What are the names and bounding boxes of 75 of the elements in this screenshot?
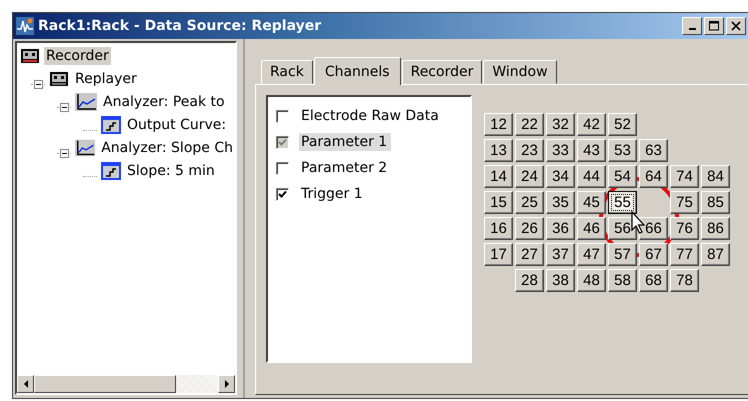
electrode-button[interactable]: 35 [546, 191, 575, 214]
electrode-button[interactable]: 63 [639, 139, 668, 162]
electrode-button[interactable]: 14 [484, 165, 513, 188]
electrode-button[interactable]: 13 [484, 139, 513, 162]
maximize-icon [709, 21, 719, 31]
maximize-button[interactable] [704, 17, 724, 35]
electrode-button[interactable]: 12 [484, 113, 513, 136]
electrode-button[interactable]: 26 [515, 217, 544, 240]
electrode-button[interactable]: 87 [701, 243, 730, 266]
tab[interactable]: Window [483, 60, 557, 84]
electrode-button[interactable]: 32 [546, 113, 575, 136]
tab[interactable]: Recorder [402, 60, 482, 84]
collapse-icon[interactable] [60, 102, 68, 112]
tree-item[interactable]: Output Curve: [125, 116, 228, 134]
tree-item[interactable]: Replayer [73, 70, 139, 88]
electrode-button[interactable]: 48 [577, 269, 606, 292]
electrode-button[interactable]: 16 [484, 217, 513, 240]
electrode-button[interactable]: 77 [670, 243, 699, 266]
tab[interactable]: Channels [314, 57, 401, 85]
left-arrow-icon [22, 380, 28, 388]
electrode-button[interactable]: 47 [577, 243, 606, 266]
electrode-button[interactable]: 27 [515, 243, 544, 266]
tab[interactable]: Rack [261, 60, 313, 84]
collapse-icon[interactable] [60, 148, 68, 158]
electrode-button[interactable]: 58 [608, 269, 637, 292]
electrode-button[interactable]: 28 [515, 269, 544, 292]
electrode-button[interactable]: 46 [577, 217, 606, 240]
collapse-icon[interactable] [34, 80, 42, 88]
tree-item[interactable]: Slope: 5 min [125, 162, 217, 180]
electrode-button[interactable]: 37 [546, 243, 575, 266]
close-icon [731, 21, 741, 31]
electrode-button[interactable]: 17 [484, 243, 513, 266]
tree-item[interactable]: Recorder [44, 46, 111, 64]
electrode-button[interactable]: 78 [670, 269, 699, 292]
line-chart-icon [75, 138, 96, 156]
electrode-button[interactable]: 42 [577, 113, 606, 136]
electrode-button[interactable]: 44 [577, 165, 606, 188]
electrode-button[interactable]: 68 [639, 269, 668, 292]
electrode-button[interactable]: 85 [701, 191, 730, 214]
horizontal-scrollbar[interactable] [17, 375, 235, 393]
electrode-button[interactable]: 74 [670, 165, 699, 188]
minimize-button[interactable] [682, 17, 702, 35]
electrode-button[interactable]: 36 [546, 217, 575, 240]
electrode-button[interactable]: 33 [546, 139, 575, 162]
electrode-button[interactable]: 23 [515, 139, 544, 162]
tree-item[interactable]: Analyzer: Peak to [101, 92, 227, 110]
scroll-thumb[interactable] [34, 375, 176, 393]
electrode-button[interactable]: 24 [515, 165, 544, 188]
electrode-button[interactable]: 45 [577, 191, 606, 214]
electrode-button[interactable]: 22 [515, 113, 544, 136]
tape-icon [49, 70, 69, 86]
electrode-button[interactable]: 52 [608, 113, 637, 136]
right-arrow-icon [224, 380, 230, 388]
electrode-button[interactable]: 84 [701, 165, 730, 188]
scroll-left-button[interactable] [17, 375, 34, 393]
electrode-button[interactable]: 15 [484, 191, 513, 214]
list-item[interactable]: Parameter 2 [299, 159, 392, 177]
waveform-icon [16, 17, 34, 35]
electrode-button[interactable]: 38 [546, 269, 575, 292]
window-title: Rack1:Rack - Data Source: Replayer [38, 18, 322, 34]
minimize-icon [688, 28, 696, 30]
electrode-button[interactable]: 25 [515, 191, 544, 214]
electrode-button[interactable]: 53 [608, 139, 637, 162]
step-chart-icon [101, 116, 121, 134]
line-chart-icon [75, 92, 97, 110]
tape-icon [20, 48, 40, 64]
close-button[interactable] [726, 17, 746, 35]
step-chart-icon [101, 162, 121, 180]
electrode-button[interactable]: 34 [546, 165, 575, 188]
list-item[interactable]: Electrode Raw Data [299, 107, 443, 125]
electrode-button[interactable]: 86 [701, 217, 730, 240]
electrode-button[interactable]: 43 [577, 139, 606, 162]
list-item[interactable]: Trigger 1 [299, 185, 367, 203]
scroll-right-button[interactable] [218, 375, 235, 393]
tree-item[interactable]: Analyzer: Slope Ch [99, 138, 235, 156]
